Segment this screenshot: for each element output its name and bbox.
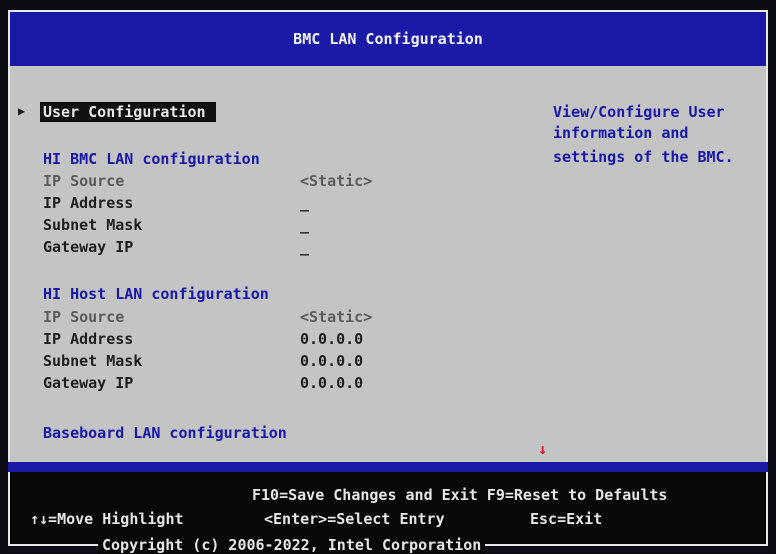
bmc-gateway-ip-value[interactable]: _ (300, 238, 309, 256)
bios-screen: BMC LAN Configuration ▶ User Configurati… (0, 0, 776, 554)
section-title-host-lan: HI Host LAN configuration (43, 285, 269, 303)
help-line-3: settings of the BMC. (553, 148, 734, 166)
help-line-1: View/Configure User (553, 103, 725, 121)
bmc-gateway-ip-label[interactable]: Gateway IP (43, 238, 133, 256)
footer-select-entry: <Enter>=Select Entry (264, 510, 445, 528)
host-ip-address-label[interactable]: IP Address (43, 330, 133, 348)
right-triangle-icon: ▶ (18, 104, 26, 118)
key-help-bar: F10=Save Changes and Exit F9=Reset to De… (8, 472, 768, 544)
bmc-subnet-mask-label[interactable]: Subnet Mask (43, 216, 142, 234)
host-subnet-mask-label[interactable]: Subnet Mask (43, 352, 142, 370)
menu-item-user-configuration[interactable]: User Configuration (43, 103, 206, 121)
host-subnet-mask-value[interactable]: 0.0.0.0 (300, 352, 363, 370)
host-gateway-ip-value[interactable]: 0.0.0.0 (300, 374, 363, 392)
footer-move-highlight: ↑↓=Move Highlight (30, 510, 184, 528)
bmc-ip-source-label: IP Source (43, 172, 125, 190)
host-ip-address-value[interactable]: 0.0.0.0 (300, 330, 363, 348)
page-title: BMC LAN Configuration (293, 30, 483, 48)
title-bar: BMC LAN Configuration (8, 10, 768, 66)
bmc-ip-address-label[interactable]: IP Address (43, 194, 133, 212)
bmc-ip-address-value[interactable]: _ (300, 194, 309, 212)
section-title-bmc-lan: HI BMC LAN configuration (43, 150, 260, 168)
copyright-text: Copyright (c) 2006-2022, Intel Corporati… (98, 536, 486, 554)
bmc-subnet-mask-value[interactable]: _ (300, 216, 309, 234)
down-arrow-icon: ↓ (538, 440, 548, 458)
menu-item-baseboard-lan[interactable]: Baseboard LAN configuration (43, 424, 287, 442)
help-line-2: information and (553, 124, 689, 142)
host-ip-source-value: <Static> (300, 308, 373, 326)
footer-save-reset: F10=Save Changes and Exit F9=Reset to De… (252, 486, 668, 504)
host-ip-source-label: IP Source (43, 308, 125, 326)
status-strip (8, 462, 768, 472)
footer-esc-exit: Esc=Exit (530, 510, 603, 528)
host-gateway-ip-label[interactable]: Gateway IP (43, 374, 133, 392)
bmc-ip-source-value: <Static> (300, 172, 373, 190)
